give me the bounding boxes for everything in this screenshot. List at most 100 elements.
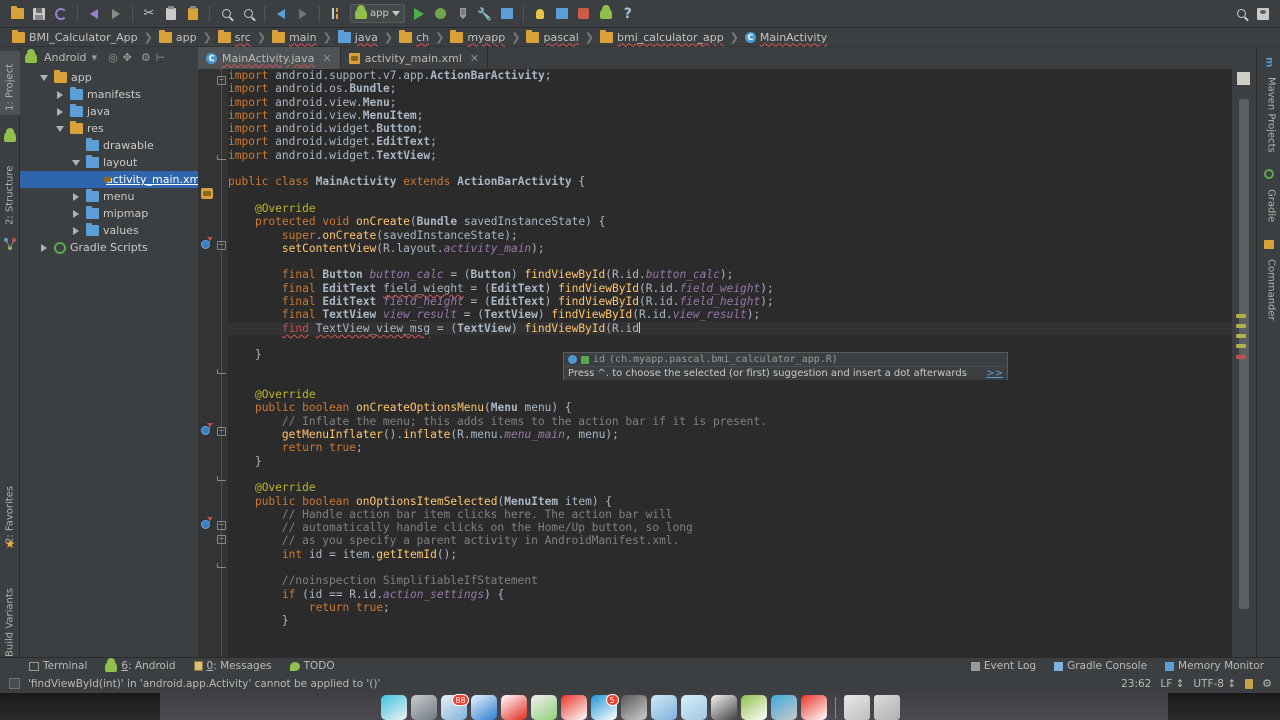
twisty-right-icon[interactable] [54, 107, 66, 116]
twisty-down-icon[interactable] [70, 159, 82, 166]
forward-icon[interactable] [292, 3, 314, 25]
help-button[interactable]: ? [617, 3, 639, 25]
avd-manager-button[interactable] [496, 3, 518, 25]
calendar-icon[interactable] [500, 695, 527, 720]
close-icon[interactable]: ✕ [322, 52, 331, 65]
blocked-icon[interactable] [800, 695, 827, 720]
utilities-icon[interactable] [770, 695, 797, 720]
open-folder-icon[interactable] [6, 3, 28, 25]
encoding-selector[interactable]: UTF-8 ↕ [1193, 678, 1236, 690]
code-line[interactable] [228, 561, 1232, 574]
code-line[interactable]: getMenuInflater().inflate(R.menu.menu_ma… [228, 428, 1232, 441]
code-line[interactable]: setContentView(R.layout.activity_main); [228, 242, 1232, 255]
run-coverage-button[interactable] [452, 3, 474, 25]
fold-collapse-icon[interactable]: ─ [217, 241, 226, 250]
code-line[interactable]: public class MainActivity extends Action… [228, 175, 1232, 188]
inspections-icon[interactable]: ⚙ [1262, 677, 1272, 690]
safari-icon[interactable] [470, 695, 497, 720]
tree-item-mipmap[interactable]: mipmap [20, 205, 198, 222]
code-line[interactable]: @Override [228, 388, 1232, 401]
project-tree[interactable]: app manifests java res drawable layout a… [20, 69, 198, 657]
sync-scroll-icon[interactable] [325, 3, 347, 25]
back-icon[interactable] [270, 3, 292, 25]
code-completion-popup[interactable]: id (ch.myapp.pascal.bmi_calculator_app.R… [563, 352, 1008, 380]
sdk-manager-button[interactable]: 🔧 [474, 3, 496, 25]
twisty-down-icon[interactable] [54, 125, 66, 132]
twisty-right-icon[interactable] [70, 192, 82, 201]
editor-marker-bar[interactable] [1232, 69, 1256, 657]
account-icon[interactable] [1252, 3, 1274, 25]
code-line[interactable]: public boolean onOptionsItemSelected(Men… [228, 495, 1232, 508]
system-preferences-icon[interactable] [620, 695, 647, 720]
warning-marker[interactable] [1236, 324, 1246, 328]
tree-item-manifests[interactable]: manifests [20, 86, 198, 103]
code-line[interactable]: //noinspection SimplifiableIfStatement [228, 574, 1232, 587]
github-icon[interactable] [710, 695, 737, 720]
tool-window-event-log[interactable]: Event Log [962, 658, 1045, 675]
line-separator-selector[interactable]: LF ↕ [1160, 678, 1184, 690]
code-line[interactable]: return true; [228, 441, 1232, 454]
class-gutter-icon[interactable] [201, 188, 213, 199]
collapse-icon[interactable]: ⊢ [156, 51, 166, 64]
messages-red-icon[interactable] [560, 695, 587, 720]
breadcrumb-item-0[interactable]: BMI_Calculator_App [10, 29, 140, 46]
tool-window-messages[interactable]: 0: Messages [185, 658, 281, 675]
lock-icon[interactable] [1245, 678, 1254, 689]
project-view-selector[interactable]: Android [44, 51, 87, 64]
telegram-icon[interactable] [410, 695, 437, 720]
breadcrumb-item-6[interactable]: myapp [448, 29, 507, 46]
completion-hint-more-icon[interactable]: >> [986, 368, 1003, 379]
code-line[interactable]: // as you specify a parent activity in A… [228, 534, 1232, 547]
android-button[interactable] [595, 3, 617, 25]
code-line[interactable]: import android.widget.Button; [228, 122, 1232, 135]
replace-icon[interactable] [237, 3, 259, 25]
tree-item-res[interactable]: res [20, 120, 198, 137]
breadcrumb-item-8[interactable]: bmi_calculator_app [598, 29, 726, 46]
fold-collapse-icon[interactable]: ─ [217, 76, 226, 85]
tree-item-java[interactable]: java [20, 103, 198, 120]
breadcrumb-item-1[interactable]: app [157, 29, 199, 46]
code-line[interactable] [228, 468, 1232, 481]
find-icon[interactable] [215, 3, 237, 25]
tool-window-gradle[interactable]: Gradle [1261, 185, 1280, 229]
code-line[interactable]: final EditText field_height = (EditText)… [228, 295, 1232, 308]
tree-item-menu[interactable]: menu [20, 188, 198, 205]
warning-marker[interactable] [1236, 314, 1246, 318]
expand-icon[interactable]: ✥ [123, 51, 132, 64]
finder-icon[interactable] [380, 695, 407, 720]
code-line[interactable]: import android.widget.EditText; [228, 135, 1232, 148]
xcode-icon[interactable] [650, 695, 677, 720]
code-line[interactable] [228, 255, 1232, 268]
code-line[interactable]: @Override [228, 481, 1232, 494]
trash-icon[interactable] [873, 695, 900, 720]
breadcrumb-item-9[interactable]: C MainActivity [743, 29, 829, 46]
fold-collapse-icon[interactable]: ─ [217, 535, 226, 544]
code-line[interactable]: import android.view.MenuItem; [228, 109, 1232, 122]
code-line[interactable]: final TextView view_result = (TextView) … [228, 308, 1232, 321]
tree-item-drawable[interactable]: drawable [20, 137, 198, 154]
sync-icon[interactable] [50, 3, 72, 25]
code-line[interactable]: } [228, 614, 1232, 627]
code-line[interactable]: super.onCreate(savedInstanceState); [228, 229, 1232, 242]
code-line[interactable] [228, 189, 1232, 202]
breadcrumb-item-7[interactable]: pascal [524, 29, 580, 46]
drive-icon[interactable]: 5 [590, 694, 619, 720]
twisty-right-icon[interactable] [70, 226, 82, 235]
completion-item[interactable]: id (ch.myapp.pascal.bmi_calculator_app.R… [564, 353, 1007, 366]
layout-inspector-button[interactable] [551, 3, 573, 25]
breadcrumb-item-5[interactable]: ch [397, 29, 431, 46]
editor-scrollbar-thumb[interactable] [1239, 99, 1249, 609]
tree-item-activity-main-xml[interactable]: activity_main.xml [20, 171, 198, 188]
tool-window-terminal[interactable]: Terminal [20, 658, 96, 675]
settings-icon[interactable]: ⚙ [141, 51, 151, 64]
search-everywhere-icon[interactable] [1230, 3, 1252, 25]
code-line[interactable]: public boolean onCreateOptionsMenu(Menu … [228, 401, 1232, 414]
code-line[interactable]: @Override [228, 202, 1232, 215]
caret-position[interactable]: 23:62 [1121, 678, 1151, 690]
twisty-right-icon[interactable] [70, 209, 82, 218]
vm-icon[interactable] [680, 695, 707, 720]
tab-activity-main-xml[interactable]: activity_main.xml ✕ [341, 47, 489, 69]
debug-button[interactable] [430, 3, 452, 25]
warning-marker[interactable] [1236, 344, 1246, 348]
code-line[interactable]: import android.os.Bundle; [228, 82, 1232, 95]
